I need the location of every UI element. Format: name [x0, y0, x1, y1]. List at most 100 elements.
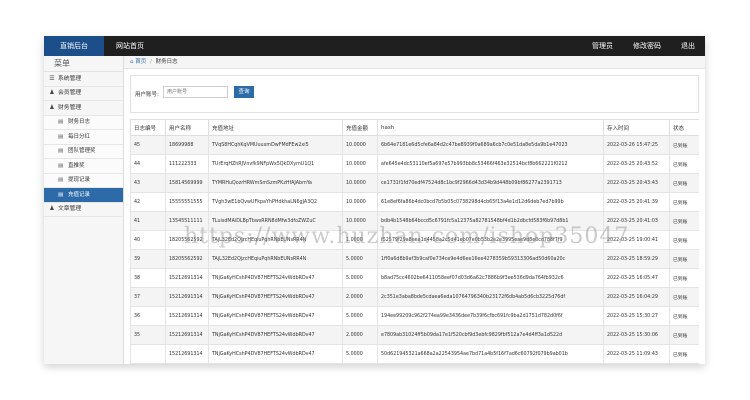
cell-status: 已到账 [669, 325, 699, 345]
header-address: 充值地址 [208, 119, 343, 136]
cell-log-id: 39 [130, 249, 166, 269]
cell-log-id: 37 [130, 287, 166, 307]
cell-username: 13545511111 [165, 211, 209, 231]
cell-time: 2022-03-25 20:43:52 [603, 154, 670, 174]
cell-time: 2022-03-25 15:30:06 [603, 325, 670, 345]
table-row: 40 18205562592 TAjL32Ed2QjzcHEqiuPqhRNbEUN… [130, 230, 699, 250]
cell-address: TUrErqHZhRJVnvfk9NFpWx5QkDXymU1Q1 [208, 154, 343, 174]
cell-status: 已到账 [669, 173, 699, 193]
table-row: 15212691314 TNjGaKyHCshP4DV87HEFTS24vWdbR… [130, 344, 699, 364]
top-bar: 直销后台 网站首页 管理员 修改密码 退出 [44, 36, 705, 56]
main-content: ⌂ 首页 / 财务日志 用户账号: 查询 日志编号 用户名称 充值地址 充 [124, 56, 705, 364]
cell-status: 已到账 [669, 268, 699, 288]
cell-time: 2022-03-26 15:47:25 [603, 135, 670, 155]
sidebar-sub-finance-log[interactable]: ▤ 财务日志 [44, 115, 123, 130]
cell-amount: 10.0000 [342, 154, 378, 174]
cell-username: 15814569999 [165, 173, 209, 193]
cell-amount: 10.0000 [342, 211, 378, 231]
cell-hash: 2c351e3aba8bde5cdaea6eda10764796340b2317… [377, 287, 604, 307]
cell-status: 已到账 [669, 192, 699, 212]
cell-log-id: 43 [130, 173, 166, 193]
table-row: 43 15814569999 TYMRHuQozrHRWmSmSzmPKzHfAJA… [130, 173, 699, 193]
cell-hash: bdb4b1548b64bccd5c6791fc5a12375a82781548… [377, 211, 604, 231]
user-icon: ♟ [49, 89, 55, 96]
sidebar-sub-daily-dividend[interactable]: ▤ 每日分红 [44, 130, 123, 145]
breadcrumb-separator: / [150, 59, 152, 65]
cell-status: 已到账 [669, 135, 699, 155]
cell-amount: 10.0000 [342, 192, 378, 212]
table-row: 42 15555551555 TVgh3wE1bQvwUFkpaYhPHdkhaLN… [130, 192, 699, 212]
cell-status: 已到账 [669, 344, 699, 364]
cell-address: TNjGaKyHCshP4DV87HEFTS24vWdbRDv47 [208, 325, 343, 345]
cell-time: 2022-03-25 16:05:47 [603, 268, 670, 288]
cell-hash: ce1731f1fd70edf47524d8c1bc9f2966d43d34b9… [377, 173, 604, 193]
cell-hash: 6b64e7181e6d5cfe6a84d2c47be8939f0a689a6c… [377, 135, 604, 155]
search-button[interactable]: 查询 [234, 86, 254, 98]
list-icon: ☰ [49, 74, 55, 82]
sidebar-sub-label: 每日分红 [68, 133, 91, 140]
sidebar-item-label: 会员管理 [58, 90, 82, 96]
table-header-row: 日志编号 用户名称 充值地址 充值金额 hash 存入时间 状态 [130, 119, 699, 136]
sidebar-sub-label: 财务日志 [68, 119, 91, 125]
home-icon[interactable]: ⌂ [130, 59, 134, 65]
header-amount: 充值金额 [342, 119, 378, 136]
cell-username: 15555551555 [165, 192, 209, 212]
cell-time: 2022-03-25 20:41:39 [603, 192, 670, 212]
cell-address: TNjGaKyHCshP4DV87HEFTS24vWdbRDv47 [208, 268, 343, 288]
user-icon: ♟ [49, 205, 55, 212]
breadcrumb-home[interactable]: 首页 [135, 59, 146, 65]
brand-title[interactable]: 直销后台 [44, 36, 104, 56]
sidebar-item-articles[interactable]: ♟ 文章管理 [44, 203, 123, 217]
cell-log-id: 42 [130, 192, 166, 212]
change-password-link[interactable]: 修改密码 [623, 36, 671, 56]
cell-time: 2022-03-25 18:59:29 [603, 249, 670, 269]
search-label: 用户账号: [135, 92, 159, 98]
cell-log-id: 36 [130, 306, 166, 326]
logout-link[interactable]: 退出 [671, 36, 705, 56]
cell-amount: 1.0000 [342, 230, 378, 250]
file-icon: ▤ [58, 162, 64, 169]
cell-amount: 5.0000 [342, 249, 378, 269]
file-icon: ▤ [58, 177, 64, 183]
cell-log-id [130, 344, 166, 364]
cell-amount: 10.0000 [342, 135, 378, 155]
cell-hash: 194ee99209c962f274ea99e3436dee7b39f6cfbc… [377, 306, 604, 326]
table-row: 37 15212691314 TNjGaKyHCshP4DV87HEFTS24vWd… [130, 287, 699, 307]
header-hash: hash [377, 119, 604, 136]
cell-status: 已到账 [669, 306, 699, 326]
sidebar-sub-team-award[interactable]: ▤ 团队管理奖 [44, 144, 123, 159]
table-row: 38 15212691314 TNjGaKyHCshP4DV87HEFTS24vWd… [130, 268, 699, 288]
header-log-id: 日志编号 [130, 119, 166, 136]
cell-address: TNjGaKyHCshP4DV87HEFTS24vWdbRDv47 [208, 306, 343, 326]
cell-amount: 10.0000 [342, 173, 378, 193]
file-icon: ▤ [58, 191, 64, 198]
header-status: 状态 [669, 119, 699, 136]
sidebar-sub-direct-award[interactable]: ▤ 直推奖 [44, 159, 123, 174]
cell-time: 2022-03-25 20:41:03 [603, 211, 670, 231]
cell-username: 15212691314 [165, 287, 209, 307]
sidebar-item-finance[interactable]: ♟ 财务管理 [44, 101, 123, 116]
nav-home-link[interactable]: 网站首页 [116, 36, 144, 56]
sidebar-item-system[interactable]: ☰ 系统管理 [44, 72, 123, 87]
table-body: 45 18699988 TVqS8HCqhKqVMUuuxmDwFMdFEw2xi5… [130, 135, 699, 364]
header-time: 存入时间 [603, 119, 670, 136]
sidebar-item-label: 财务管理 [58, 104, 82, 111]
cell-address: TVqS8HCqhKqVMUuuxmDwFMdFEw2xi5 [208, 135, 343, 155]
admin-link[interactable]: 管理员 [582, 36, 623, 56]
data-table: 日志编号 用户名称 充值地址 充值金额 hash 存入时间 状态 45 18699… [130, 119, 699, 364]
table-row: 41 13545511111 TLuisdMAiDLBpTbwsRRN8dMfw3d… [130, 211, 699, 231]
app-window: 直销后台 网站首页 管理员 修改密码 退出 菜单 ☰ 系统管理 ♟ 会员管理 ♟ 财务… [44, 36, 705, 364]
sidebar-sub-label: 直推奖 [68, 162, 85, 169]
cell-log-id: 35 [130, 325, 166, 345]
sidebar-item-members[interactable]: ♟ 会员管理 [44, 87, 123, 101]
cell-amount: 5.0000 [342, 268, 378, 288]
file-icon: ▤ [58, 148, 64, 154]
user-icon: ♟ [49, 103, 55, 111]
sidebar: 菜单 ☰ 系统管理 ♟ 会员管理 ♟ 财务管理 ▤ 财务日志 ▤ 每日分红 ▤ 团队管理奖 … [44, 56, 124, 364]
sidebar-sub-withdraw-records[interactable]: ▤ 提现记录 [44, 173, 123, 188]
cell-username: 15212691314 [165, 344, 209, 364]
search-input[interactable] [163, 86, 228, 98]
sidebar-sub-recharge-records[interactable]: ▤ 充值记录 [44, 188, 123, 203]
cell-log-id: 41 [130, 211, 166, 231]
cell-amount: 2.0000 [342, 325, 378, 345]
